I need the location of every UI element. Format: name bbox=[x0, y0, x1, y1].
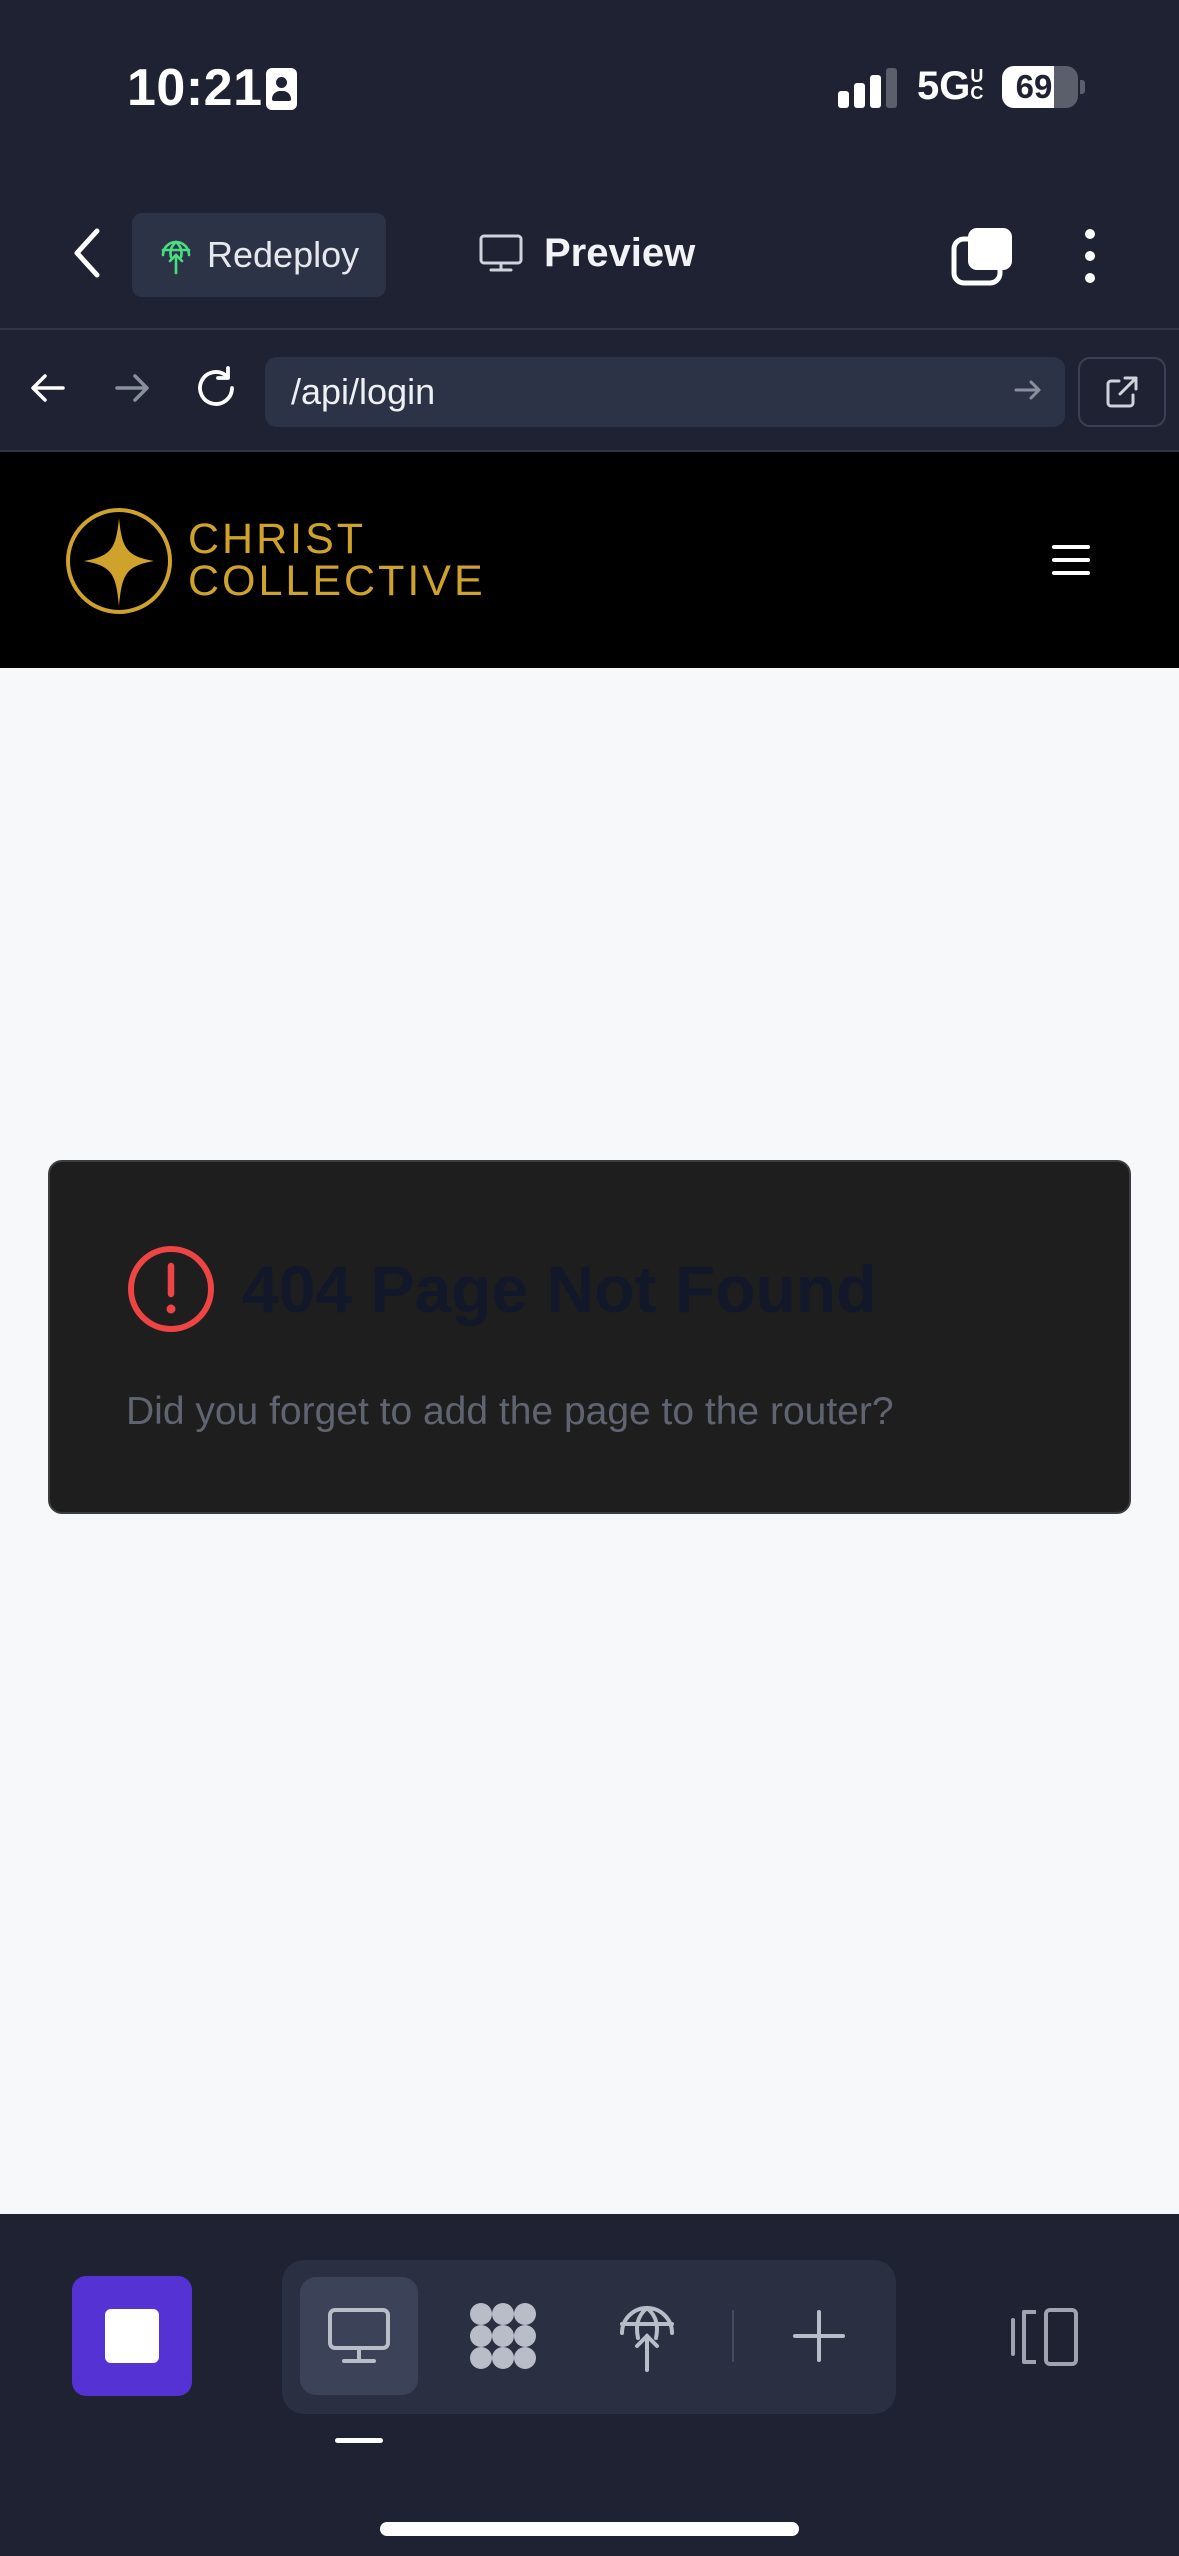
bottom-bar bbox=[0, 2214, 1179, 2556]
monitor-icon bbox=[328, 2308, 390, 2363]
redeploy-label: Redeploy bbox=[207, 234, 360, 275]
plus-icon bbox=[793, 2310, 845, 2362]
url-bar: /api/login bbox=[0, 330, 1179, 452]
battery-percent: 69 bbox=[1015, 68, 1053, 105]
stop-button[interactable] bbox=[72, 2276, 192, 2396]
url-go-icon[interactable] bbox=[1013, 375, 1043, 405]
browser-forward-button[interactable] bbox=[102, 358, 162, 418]
battery-icon: 69 bbox=[1002, 66, 1078, 108]
arrow-right-icon bbox=[115, 374, 149, 402]
globe-upload-icon bbox=[620, 2306, 674, 2372]
status-time: 10:21 bbox=[127, 59, 263, 117]
browser-back-button[interactable] bbox=[18, 358, 78, 418]
network-type: 5GU C bbox=[917, 64, 984, 108]
chevron-left-icon bbox=[74, 228, 100, 278]
status-bar: 10:21 5GU C 69 bbox=[0, 0, 1179, 175]
error-title: 404 Page Not Found bbox=[242, 1252, 877, 1326]
vertical-dots-icon bbox=[1085, 229, 1095, 239]
tool-deploy-button[interactable] bbox=[588, 2277, 706, 2395]
reload-icon bbox=[198, 366, 234, 406]
site-header: CHRIST COLLECTIVE bbox=[0, 452, 1179, 668]
error-message: Did you forget to add the page to the ro… bbox=[126, 1390, 894, 1433]
preview-tab[interactable]: Preview bbox=[478, 223, 695, 283]
redeploy-button[interactable]: Redeploy bbox=[132, 213, 386, 297]
open-external-button[interactable] bbox=[1078, 357, 1166, 427]
arrow-left-icon bbox=[31, 374, 65, 402]
panel-toggle-button[interactable] bbox=[1008, 2306, 1082, 2368]
error-card: 404 Page Not Found Did you forget to add… bbox=[48, 1160, 1131, 1514]
more-options-button[interactable] bbox=[1070, 223, 1110, 289]
home-indicator bbox=[380, 2522, 799, 2536]
tool-add-button[interactable] bbox=[760, 2277, 878, 2395]
site-logo-text[interactable]: CHRIST COLLECTIVE bbox=[188, 518, 486, 603]
reload-button[interactable] bbox=[186, 358, 246, 418]
site-preview: CHRIST COLLECTIVE 404 Page Not Found Did… bbox=[0, 452, 1179, 2214]
tool-preview-button[interactable] bbox=[300, 2277, 418, 2395]
panel-toggle-icon bbox=[1011, 2308, 1078, 2366]
back-button[interactable] bbox=[58, 223, 114, 283]
app-toolbar: Redeploy Preview bbox=[0, 175, 1179, 330]
globe-upload-icon bbox=[161, 240, 191, 275]
alert-circle-icon bbox=[128, 1246, 214, 1332]
cellular-signal-icon bbox=[838, 68, 900, 108]
tool-divider bbox=[732, 2310, 734, 2362]
nodes-icon bbox=[470, 2303, 536, 2369]
external-link-icon bbox=[1106, 376, 1138, 408]
url-text: /api/login bbox=[291, 371, 436, 412]
battery-nub bbox=[1080, 80, 1085, 94]
stacked-squares-icon bbox=[951, 228, 1012, 286]
url-input[interactable]: /api/login bbox=[265, 357, 1065, 427]
tabs-button[interactable] bbox=[950, 225, 1016, 287]
active-tab-indicator bbox=[335, 2438, 383, 2443]
contact-card-icon bbox=[266, 68, 297, 110]
tool-workflows-button[interactable] bbox=[444, 2277, 562, 2395]
tool-switcher bbox=[282, 2260, 896, 2414]
monitor-icon bbox=[479, 234, 523, 272]
stop-square-icon bbox=[105, 2309, 159, 2363]
hamburger-icon[interactable] bbox=[1052, 545, 1090, 575]
preview-label: Preview bbox=[544, 230, 696, 275]
star-logo-icon[interactable] bbox=[64, 506, 174, 616]
